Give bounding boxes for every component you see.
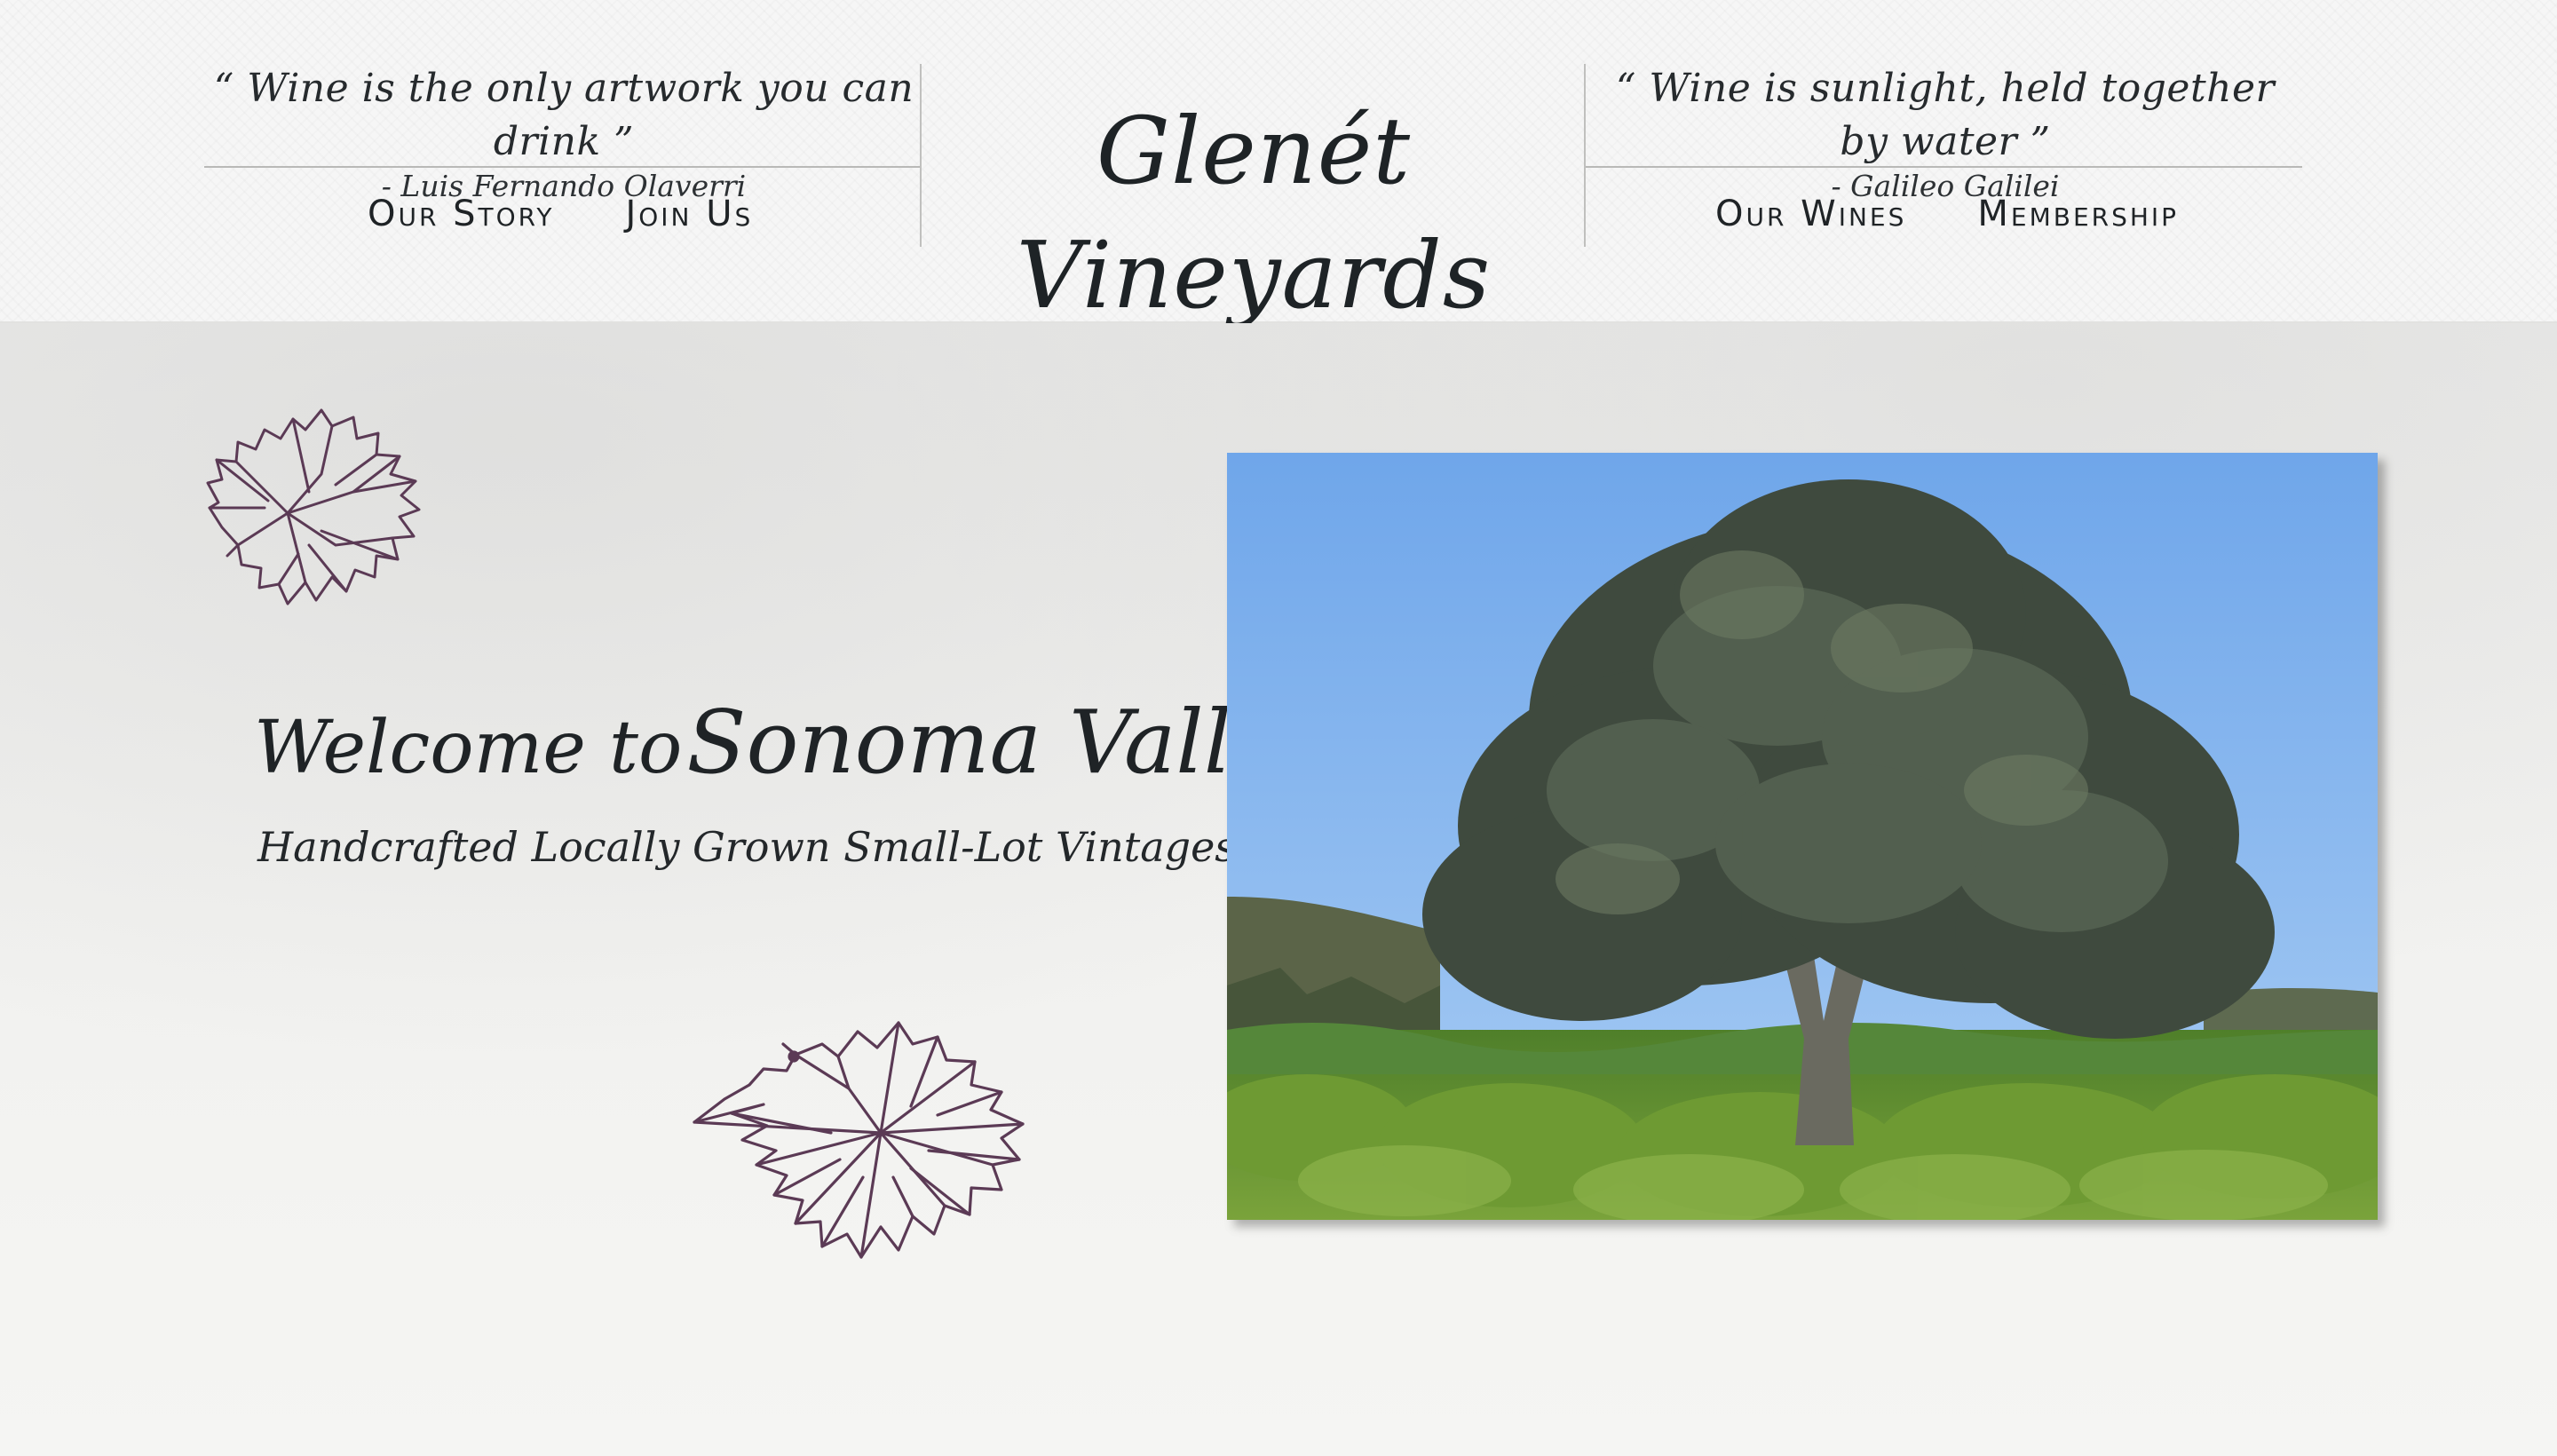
- grape-leaf-icon: [202, 403, 424, 613]
- quote-left: “ Wine is the only artwork you can drink…: [204, 62, 923, 204]
- nav-our-story[interactable]: Our Story: [368, 192, 554, 236]
- hero-tagline: Handcrafted Locally Grown Small-Lot Vint…: [257, 823, 1236, 871]
- nav-membership[interactable]: Membership: [1977, 192, 2179, 236]
- hero-heading: Welcome to Sonoma Valley: [254, 692, 1332, 794]
- nav-right: Our Wines Membership: [1715, 192, 2179, 236]
- quote-right-text: “ Wine is sunlight, held together by wat…: [1615, 66, 2276, 164]
- nav-join-us[interactable]: Join Us: [625, 192, 753, 236]
- nav-left: Our Story Join Us: [368, 192, 753, 236]
- nav-our-wines[interactable]: Our Wines: [1715, 192, 1906, 236]
- grape-leaf-icon: [689, 1017, 1044, 1266]
- brand-logo[interactable]: Glenét Vineyards: [923, 89, 1584, 337]
- vineyard-photo: [1227, 453, 2378, 1220]
- quote-right: “ Wine is sunlight, held together by wat…: [1586, 62, 2305, 204]
- hero-heading-prefix: Welcome to: [254, 706, 683, 790]
- header-rule-right: [1586, 166, 2302, 168]
- site-header: “ Wine is the only artwork you can drink…: [0, 0, 2557, 329]
- header-divider-left: [920, 64, 922, 247]
- header-rule-left: [204, 166, 922, 168]
- quote-left-text: “ Wine is the only artwork you can drink…: [213, 66, 914, 164]
